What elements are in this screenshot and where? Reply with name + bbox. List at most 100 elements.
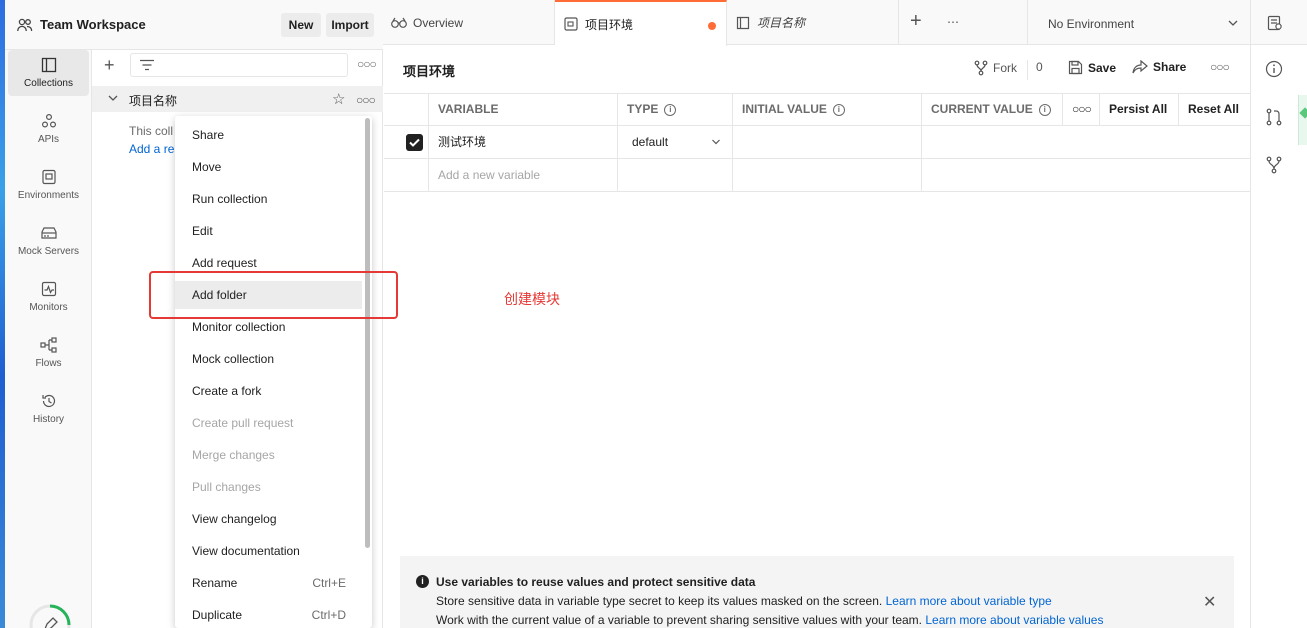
initial-value-cell[interactable] [733,126,922,159]
banner-line-1: Store sensitive data in variable type se… [436,594,1052,608]
nav-apis[interactable]: APIs [8,106,89,152]
tab-label: 项目名称 [757,16,806,30]
menu-item-view-changelog[interactable]: View changelog [175,505,362,533]
variable-name-cell[interactable]: 测试环境 [429,126,618,159]
empty-text: This coll [129,124,174,138]
onboarding-progress-icon[interactable] [27,602,73,628]
table-header-current-value: CURRENT VALUE i [922,93,1063,126]
row-checkbox-cell [384,126,429,159]
variables-info-banner: i Use variables to reuse values and prot… [400,556,1234,628]
menu-scrollbar[interactable] [365,118,370,548]
nav-history[interactable]: History [8,386,89,432]
import-button[interactable]: Import [326,13,374,37]
info-icon[interactable]: i [1038,103,1051,116]
environment-select[interactable]: No Environment [1027,0,1250,45]
collection-row[interactable]: 项目名称 ☆ ○○○ [92,86,383,112]
menu-item-share[interactable]: Share [175,121,362,149]
checkbox-checked-icon[interactable] [406,134,423,151]
chevron-down-icon [712,139,720,145]
chevron-down-icon [1228,20,1238,26]
nav-label: Flows [35,358,62,369]
table-header-variable: VARIABLE [429,93,618,126]
add-request-link[interactable]: Add a re [129,140,174,158]
new-tab-plus-icon[interactable]: + [910,11,922,31]
tab-label: Overview [413,15,464,30]
current-value-cell[interactable] [922,126,1250,159]
nav-collections[interactable]: Collections [8,50,89,96]
collections-icon [8,56,89,74]
nav-flows[interactable]: Flows [8,330,89,376]
search-input[interactable] [130,53,348,77]
apis-icon [8,112,89,130]
menu-item-merge-changes: Merge changes [192,448,275,462]
table-header-type: TYPE i [618,93,733,126]
sidebar-more-icon[interactable]: ○○○ [357,57,377,71]
fork-icon [974,60,988,76]
nav-monitors[interactable]: Monitors [8,274,89,320]
monitor-icon [8,280,89,298]
pull-request-icon[interactable] [1265,108,1283,126]
variable-type-select[interactable]: default [618,126,733,159]
collection-more-icon[interactable]: ○○○ [356,93,376,107]
environment-more-icon[interactable]: ○○○ [1210,60,1230,74]
info-icon[interactable]: i [664,103,677,116]
menu-item-edit[interactable]: Edit [175,217,362,245]
save-button[interactable]: Save [1068,60,1116,75]
chevron-down-icon[interactable] [108,93,118,103]
variable-values-link[interactable]: Learn more about variable values [925,613,1103,627]
environment-quicklook[interactable] [1250,0,1307,45]
unsaved-dot [708,22,716,30]
fork-label: Fork [993,61,1017,75]
new-current-cell[interactable] [922,159,1250,192]
star-icon[interactable]: ☆ [332,90,345,108]
nav-label: Environments [17,190,80,201]
tab-more-icon[interactable]: ⋯ [947,15,959,29]
fork-button[interactable]: Fork [974,60,1017,76]
nav-label: Collections [24,78,73,89]
info-icon[interactable]: i [832,103,845,116]
close-icon[interactable]: ✕ [1203,592,1216,612]
side-flag-icon[interactable] [1298,95,1307,145]
menu-item-mock-collection[interactable]: Mock collection [175,345,362,373]
tab-environment[interactable]: 项目环境 [555,0,727,46]
nav-mock-servers[interactable]: Mock Servers [8,218,89,264]
menu-item-rename[interactable]: Rename Ctrl+E [175,569,362,597]
tab-overview[interactable]: Overview [383,0,555,45]
table-more-icon[interactable]: ○○○ [1063,93,1100,126]
share-button[interactable]: Share [1132,60,1186,74]
info-icon[interactable] [1265,60,1283,78]
left-nav: Collections APIs Environments Mock Serve… [5,50,92,628]
collection-context-menu: Share Move Run collection Edit Add reque… [175,116,372,628]
overview-icon [391,15,407,31]
new-type-cell[interactable] [618,159,733,192]
menu-item-create-pull-request: Create pull request [192,416,294,430]
add-variable-input[interactable]: Add a new variable [429,159,618,192]
variable-type-link[interactable]: Learn more about variable type [886,594,1052,608]
shortcut: Ctrl+D [311,608,346,622]
variables-table: VARIABLE TYPE i INITIAL VALUE i CURRENT VA… [384,93,1250,193]
tab-collection[interactable]: 项目名称 [727,0,899,45]
annotation-text: 创建模块 [504,291,560,307]
workspace-title[interactable]: Team Workspace [40,17,146,32]
fork-icon[interactable] [1265,156,1283,174]
menu-item-move[interactable]: Move [175,153,362,181]
table-header-initial-value: INITIAL VALUE i [733,93,922,126]
filter-icon [140,59,154,71]
menu-item-pull-changes: Pull changes [192,480,261,494]
reset-all-button[interactable]: Reset All [1179,93,1250,126]
table-header-checkbox [384,93,429,126]
add-collection-icon[interactable]: + [104,56,122,74]
menu-item-duplicate[interactable]: Duplicate Ctrl+D [175,601,362,628]
save-label: Save [1088,60,1117,75]
nav-environments[interactable]: Environments [8,162,89,208]
new-button[interactable]: New [281,13,321,37]
menu-item-create-fork[interactable]: Create a fork [175,377,362,405]
new-initial-cell[interactable] [733,159,922,192]
environments-icon [8,168,89,186]
environment-title[interactable]: 项目环境 [403,61,455,80]
persist-all-button[interactable]: Persist All [1100,93,1179,126]
menu-item-run-collection[interactable]: Run collection [175,185,362,213]
collection-icon [735,15,751,31]
menu-item-view-documentation[interactable]: View documentation [175,537,362,565]
team-icon [16,16,34,34]
